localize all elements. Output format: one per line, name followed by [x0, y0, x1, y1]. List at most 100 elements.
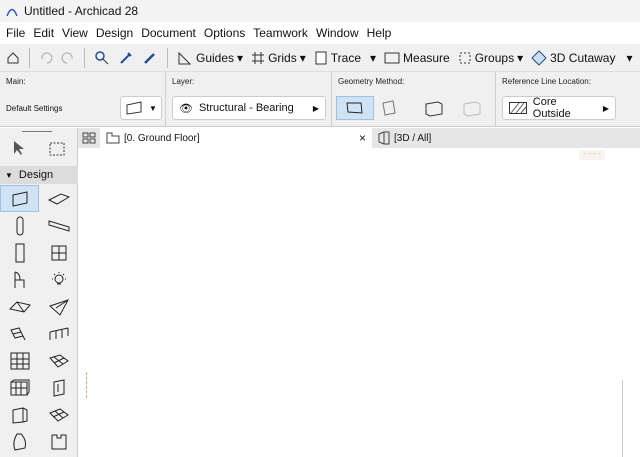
curtain-wall-tool[interactable] — [0, 347, 39, 374]
grids-button[interactable]: Grids ▾ — [249, 51, 308, 65]
tool-grid — [0, 185, 78, 455]
measure-button[interactable]: Measure — [382, 51, 452, 65]
grids-label: Grids — [268, 50, 297, 65]
stair-tool[interactable] — [0, 320, 39, 347]
chevron-down-icon[interactable]: ▾ — [370, 51, 376, 65]
window-tool[interactable] — [39, 239, 78, 266]
tool-settings-button[interactable]: ▼ — [120, 96, 162, 120]
measure-icon — [384, 52, 400, 63]
beam-tool[interactable] — [39, 185, 78, 212]
column-icon — [16, 216, 23, 235]
menu-help[interactable]: Help — [365, 26, 398, 40]
tab-ground-floor[interactable]: [0. Ground Floor] × — [100, 128, 372, 148]
3d-view-icon — [378, 131, 390, 145]
beam-2-tool[interactable] — [39, 428, 78, 455]
geometry-section: Geometry Method: — [332, 72, 496, 127]
redo-button[interactable] — [59, 51, 77, 65]
close-tab-button[interactable]: × — [359, 131, 366, 145]
column-2-tool[interactable] — [0, 428, 39, 455]
floor-plan-icon — [106, 132, 120, 144]
marquee-tool[interactable] — [49, 142, 65, 156]
slab-tool[interactable] — [39, 212, 78, 239]
menu-file[interactable]: File — [4, 26, 31, 40]
3d-cutaway-button[interactable]: 3D Cutaway ▾ — [529, 49, 634, 66]
archicad-logo-icon — [6, 8, 18, 17]
find-select-icon — [95, 50, 109, 64]
chevron-down-icon[interactable]: ▾ — [517, 51, 523, 65]
menu-view[interactable]: View — [60, 26, 94, 40]
chevron-down-icon[interactable]: ▾ — [626, 51, 632, 65]
door-tool[interactable] — [0, 239, 39, 266]
tab-label: [3D / All] — [394, 132, 432, 144]
trapezoid-wall-icon — [382, 100, 396, 116]
railing-icon — [49, 327, 68, 340]
geometry-polygon-button[interactable] — [422, 98, 446, 118]
view-tabs: [0. Ground Floor] × [3D / All] — [78, 128, 640, 148]
layer-dropdown[interactable]: 👁 Structural - Bearing ▶ — [172, 96, 326, 120]
inject-parameters-button[interactable] — [140, 50, 160, 66]
menu-bar: File Edit View Design Document Options T… — [0, 22, 640, 44]
eye-icon: 👁 — [179, 102, 193, 115]
undo-button[interactable] — [37, 51, 55, 65]
railing-tool[interactable] — [39, 320, 78, 347]
skylight-tool[interactable] — [39, 401, 78, 428]
geometry-trapezoid-button[interactable] — [380, 98, 404, 118]
layer-section: Layer: 👁 Structural - Bearing ▶ — [166, 72, 332, 127]
shell-tool[interactable] — [39, 293, 78, 320]
curtain-wall-icon — [10, 352, 29, 369]
lamp-tool[interactable] — [39, 266, 78, 293]
opening-tool[interactable] — [0, 401, 39, 428]
menu-edit[interactable]: Edit — [31, 26, 60, 40]
design-section-header[interactable]: ▼ Design — [0, 166, 78, 184]
menu-options[interactable]: Options — [202, 26, 251, 40]
tab-3d-all[interactable]: [3D / All] — [372, 128, 437, 148]
main-section: Main: Default Settings ▼ — [0, 72, 166, 127]
grid-icon — [252, 51, 265, 64]
chevron-down-icon[interactable]: ▾ — [237, 51, 243, 65]
geometry-log-button[interactable] — [460, 98, 484, 118]
morph-tool[interactable] — [0, 374, 39, 401]
standard-toolbar: Guides ▾ Grids ▾ Trace ▾ Measure Groups ▾ 3D… — [0, 44, 640, 72]
info-box: Main: Default Settings ▼ Layer: 👁 Structu… — [0, 72, 640, 127]
groups-button[interactable]: Groups ▾ — [456, 51, 525, 65]
menu-document[interactable]: Document — [139, 26, 202, 40]
chevron-down-icon[interactable]: ▼ — [149, 104, 157, 113]
chair-icon — [14, 271, 24, 288]
column-tool[interactable] — [0, 212, 39, 239]
zone-tool[interactable] — [39, 374, 78, 401]
refline-dropdown[interactable]: Core Outside ▶ — [502, 96, 616, 120]
chevron-down-icon[interactable]: ▾ — [300, 51, 306, 65]
arrow-tool[interactable] — [12, 140, 26, 156]
redo-icon — [61, 52, 73, 63]
snap-guide-marker: - - - - — [579, 150, 605, 160]
view-map-button[interactable] — [78, 128, 100, 148]
menu-window[interactable]: Window — [314, 26, 365, 40]
menu-design[interactable]: Design — [94, 26, 139, 40]
main-label: Main: — [6, 77, 26, 86]
arrow-icon — [14, 141, 24, 155]
trace-button[interactable]: Trace ▾ — [312, 51, 378, 65]
pick-up-parameters-button[interactable] — [116, 50, 136, 66]
object-tool[interactable] — [0, 266, 39, 293]
find-select-button[interactable] — [92, 50, 112, 66]
eyedropper-icon — [120, 51, 132, 64]
groups-icon — [459, 52, 471, 63]
home-button[interactable] — [4, 51, 22, 65]
refline-section: Reference Line Location: Core Outside ▶ — [496, 72, 640, 127]
menu-teamwork[interactable]: Teamwork — [251, 26, 314, 40]
roof-tool[interactable] — [0, 293, 39, 320]
geometry-straight-button[interactable] — [336, 96, 374, 120]
scrollbar[interactable] — [622, 380, 623, 457]
chevron-right-icon: ▶ — [312, 103, 319, 113]
guides-button[interactable]: Guides ▾ — [175, 50, 245, 66]
log-wall-icon — [463, 101, 481, 117]
wall-tool[interactable] — [0, 185, 39, 212]
guides-icon — [178, 51, 192, 64]
hatch-icon — [509, 102, 527, 114]
toolbox: ▼ Design — [0, 128, 78, 457]
mesh-icon — [48, 353, 69, 368]
tile-grid-icon — [82, 132, 96, 144]
default-settings-label: Default Settings — [6, 104, 63, 113]
mesh-tool[interactable] — [39, 347, 78, 374]
toolbox-grip[interactable] — [22, 131, 52, 132]
